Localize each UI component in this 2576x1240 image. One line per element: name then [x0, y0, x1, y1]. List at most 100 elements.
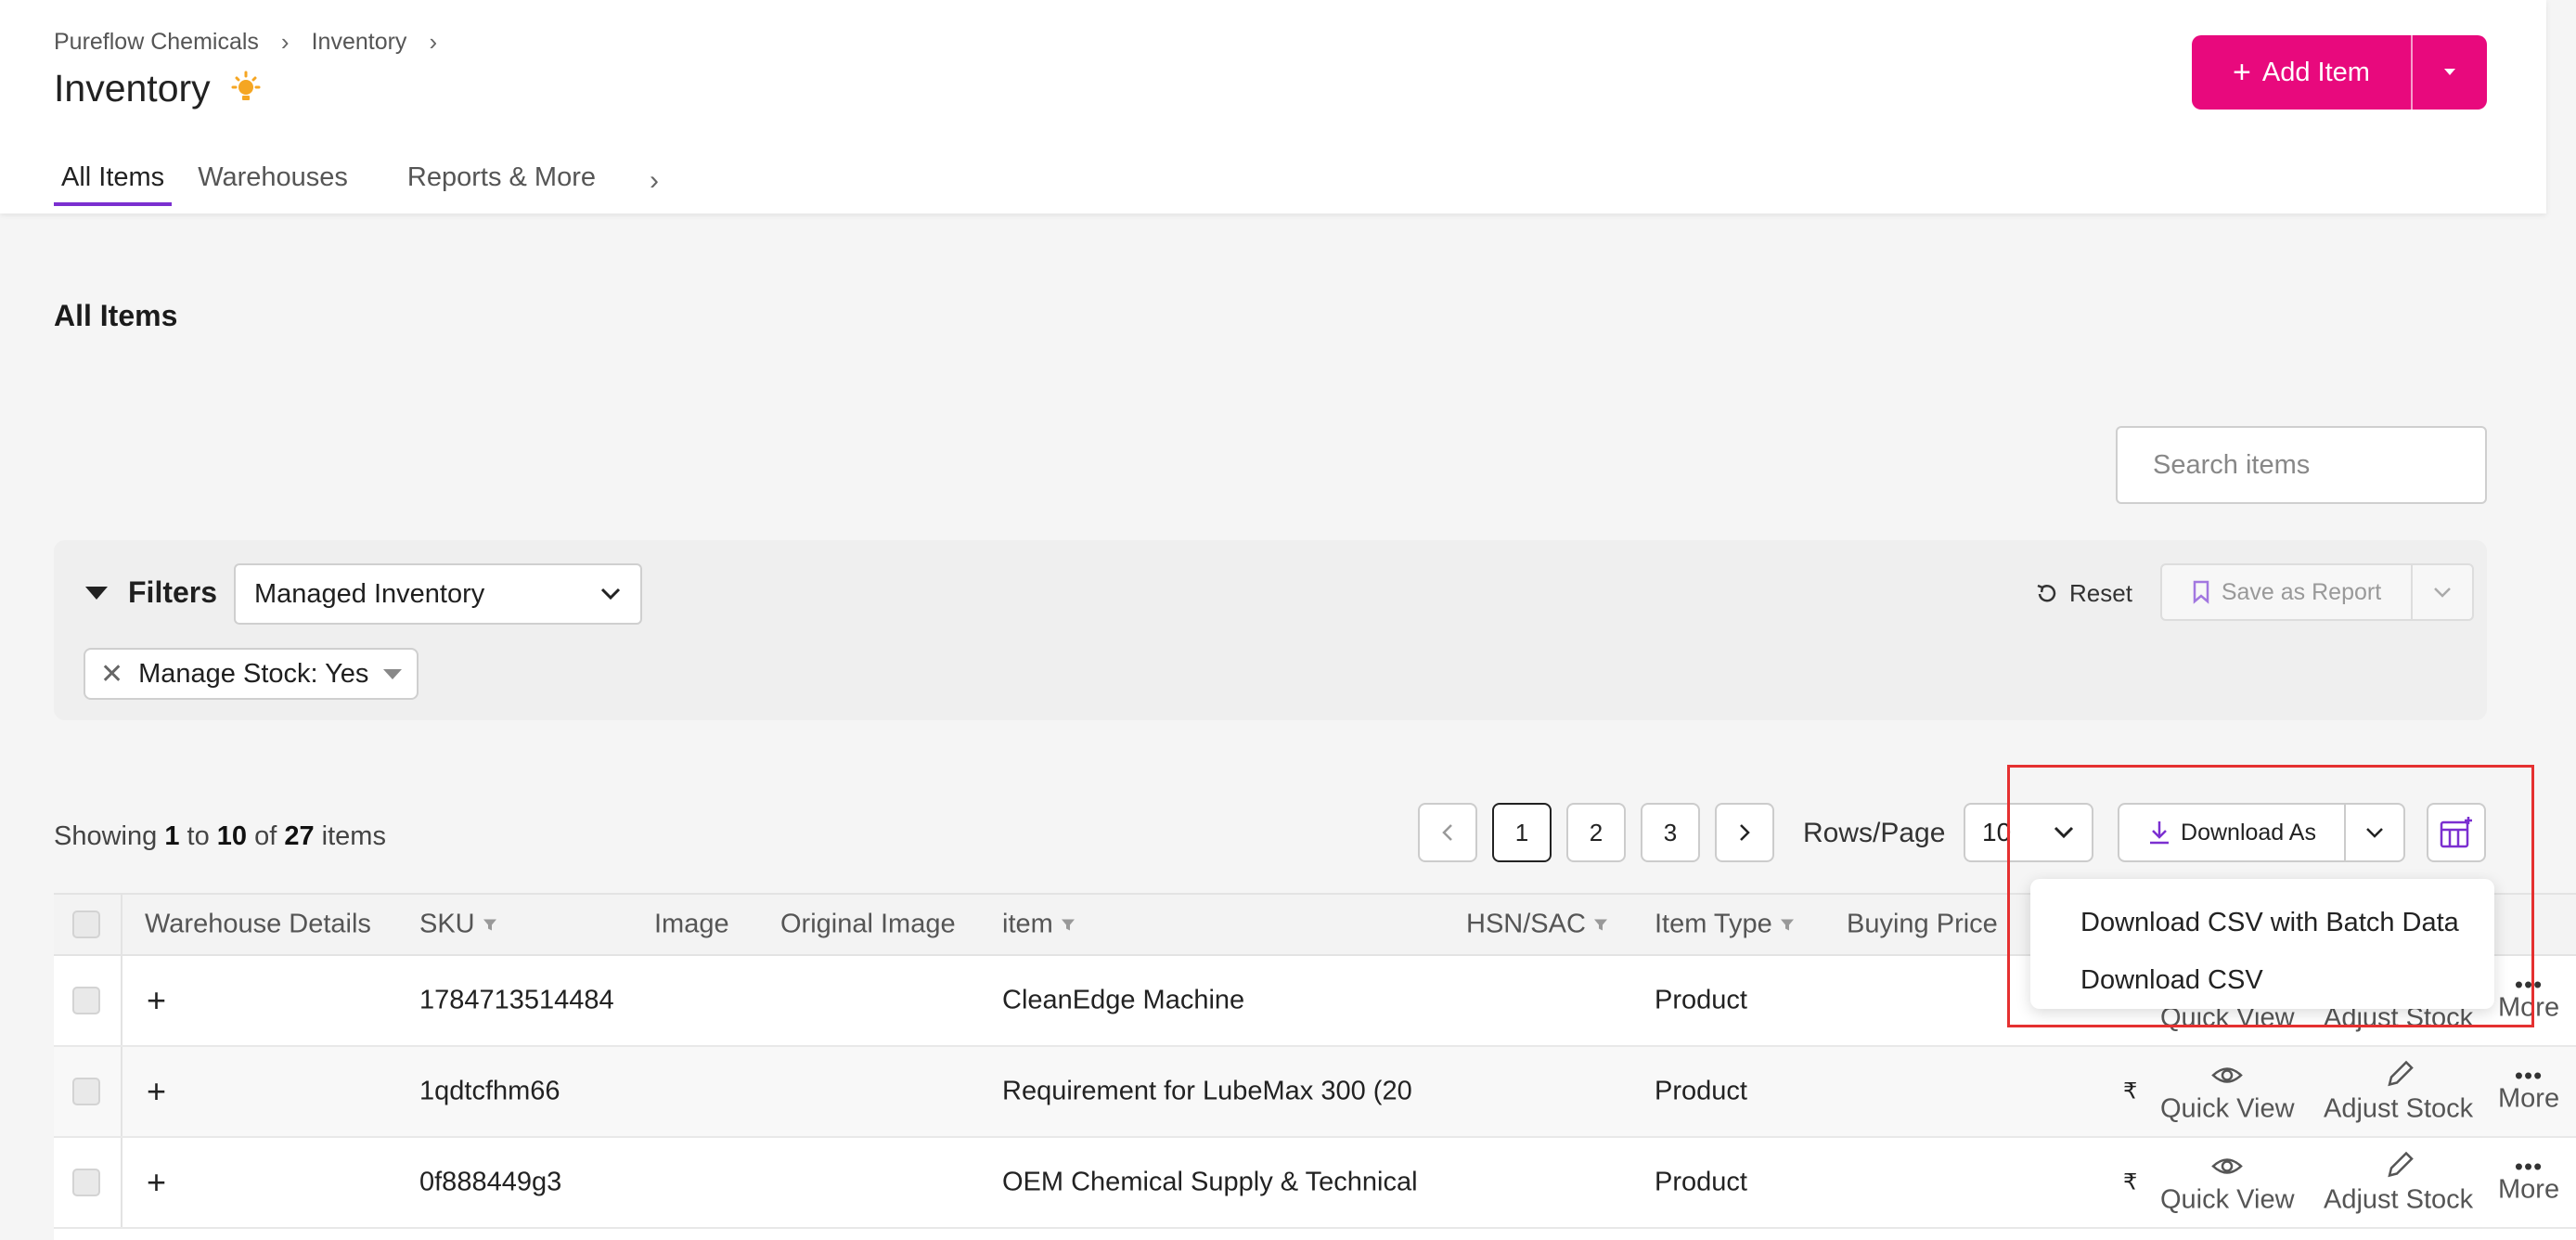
col-item[interactable]: item	[1002, 910, 1075, 940]
add-item-label: Add Item	[2261, 57, 2370, 87]
tab-warehouses[interactable]: Warehouses	[190, 162, 355, 206]
row-item-name[interactable]: CleanEdge Machine	[1002, 986, 1427, 1016]
tab-reports-more[interactable]: Reports & More	[400, 162, 603, 206]
select-all-checkbox[interactable]	[72, 911, 100, 938]
save-report-button[interactable]: Save as Report	[2162, 565, 2413, 619]
showing-to: 10	[216, 821, 248, 851]
more-label: More	[2498, 1083, 2560, 1114]
col-hsn-sac[interactable]: HSN/SAC	[1466, 910, 1608, 940]
close-icon[interactable]: ✕	[100, 658, 123, 691]
row-sku: 1qdtcfhm66	[419, 1076, 560, 1106]
more-dots-icon: •••	[2514, 1152, 2544, 1181]
row-checkbox[interactable]	[72, 1078, 100, 1105]
next-page-button[interactable]	[1715, 803, 1774, 862]
adjust-stock-button[interactable]: Adjust Stock	[2324, 1150, 2473, 1216]
page-title: Inventory	[54, 67, 264, 110]
highlight-box	[2007, 765, 2534, 1027]
inventory-view-select[interactable]: Managed Inventory	[234, 563, 642, 625]
col-sku-label: SKU	[419, 909, 475, 939]
add-item-dropdown-button[interactable]	[2413, 35, 2487, 110]
chevron-left-icon	[1442, 824, 1452, 841]
row-sku: 1784713514484	[419, 985, 614, 1015]
row-item-type: Product	[1655, 1076, 1747, 1106]
filter-chip[interactable]: ✕ Manage Stock: Yes	[84, 648, 419, 700]
add-item-button[interactable]: + Add Item	[2192, 35, 2413, 110]
rows-per-page-label: Rows/Page	[1803, 818, 1946, 848]
breadcrumb-item-company[interactable]: Pureflow Chemicals	[54, 29, 259, 56]
tab-all-items[interactable]: All Items	[54, 162, 173, 206]
filters-panel: Filters Managed Inventory Reset Save as …	[54, 540, 2487, 720]
col-original-image: Original Image	[780, 909, 956, 939]
filter-icon[interactable]	[483, 917, 497, 932]
adjust-stock-label: Adjust Stock	[2324, 1184, 2474, 1215]
col-buying-price: Buying Price	[1847, 909, 1998, 939]
showing-from: 1	[164, 821, 180, 851]
page-3-button[interactable]: 3	[1641, 803, 1700, 862]
page-1-button[interactable]: 1	[1492, 803, 1552, 862]
more-label: More	[2498, 1174, 2560, 1205]
more-button[interactable]: ••• More	[2498, 1061, 2560, 1115]
eye-icon	[2211, 1067, 2244, 1083]
expand-row-button[interactable]: +	[147, 1072, 166, 1111]
col-item-type[interactable]: Item Type	[1655, 910, 1795, 940]
row-checkbox[interactable]	[72, 1169, 100, 1196]
row-item-type: Product	[1655, 985, 1747, 1015]
filter-icon[interactable]	[1061, 917, 1075, 932]
bookmark-icon	[2193, 580, 2209, 604]
row-item-type: Product	[1655, 1167, 1747, 1197]
reset-icon	[2037, 584, 2056, 602]
more-button[interactable]: ••• More	[2498, 1152, 2560, 1206]
col-image: Image	[654, 909, 729, 939]
chevron-down-icon	[600, 588, 621, 601]
row-currency: ₹	[2123, 1169, 2138, 1195]
reset-button[interactable]: Reset	[2034, 579, 2132, 608]
row-item-name[interactable]: Requirement for LubeMax 300 (20	[1002, 1077, 1427, 1107]
pagination: 1 2 3	[1418, 803, 1774, 862]
chevron-down-icon	[2434, 588, 2451, 598]
filters-toggle[interactable]: Filters	[85, 575, 217, 610]
row-checkbox[interactable]	[72, 987, 100, 1014]
adjust-stock-button[interactable]: Adjust Stock	[2324, 1059, 2473, 1125]
chevron-right-icon[interactable]: ›	[650, 165, 659, 206]
adjust-stock-label: Adjust Stock	[2324, 1093, 2474, 1124]
pencil-icon	[2387, 1060, 2414, 1087]
lightbulb-icon	[231, 71, 261, 100]
plus-icon: +	[2233, 54, 2251, 90]
prev-page-button[interactable]	[1418, 803, 1477, 862]
page-2-button[interactable]: 2	[1566, 803, 1626, 862]
column-divider	[121, 1047, 122, 1136]
breadcrumb-item-inventory[interactable]: Inventory	[312, 29, 407, 56]
showing-of-word: of	[254, 821, 277, 851]
col-warehouse-details: Warehouse Details	[145, 909, 371, 939]
expand-row-button[interactable]: +	[147, 981, 166, 1020]
row-item-name[interactable]: OEM Chemical Supply & Technical	[1002, 1168, 1427, 1198]
search-input[interactable]	[2153, 449, 2503, 481]
filters-label: Filters	[128, 575, 218, 609]
chevron-right-icon	[1740, 824, 1750, 841]
quick-view-button[interactable]: Quick View	[2160, 1059, 2295, 1125]
expand-row-button[interactable]: +	[147, 1163, 166, 1202]
eye-icon	[2211, 1158, 2244, 1174]
caret-down-icon	[2444, 69, 2455, 75]
reset-label: Reset	[2069, 579, 2132, 607]
table-row: + 1qdtcfhm66 Requirement for LubeMax 300…	[54, 1047, 2576, 1138]
row-currency: ₹	[2123, 1079, 2138, 1104]
col-item-label: item	[1002, 909, 1053, 939]
more-dots-icon: •••	[2514, 1061, 2544, 1090]
save-report-label: Save as Report	[2221, 578, 2382, 605]
caret-down-icon[interactable]	[383, 668, 403, 679]
quick-view-label: Quick View	[2160, 1184, 2295, 1215]
save-report-button-group: Save as Report	[2160, 563, 2474, 621]
showing-items-word: items	[321, 821, 386, 851]
col-sku[interactable]: SKU	[419, 910, 497, 940]
showing-total: 27	[284, 821, 315, 851]
save-report-dropdown-button[interactable]	[2413, 565, 2472, 619]
col-item-type-label: Item Type	[1655, 909, 1772, 939]
filter-icon[interactable]	[1593, 917, 1608, 932]
chevron-right-icon: ›	[280, 28, 290, 56]
col-hsn-label: HSN/SAC	[1466, 909, 1586, 939]
quick-view-button[interactable]: Quick View	[2160, 1150, 2295, 1216]
pencil-icon	[2387, 1151, 2414, 1178]
top-header: Pureflow Chemicals › Inventory › Invento…	[0, 0, 2546, 213]
filter-icon[interactable]	[1780, 917, 1795, 932]
